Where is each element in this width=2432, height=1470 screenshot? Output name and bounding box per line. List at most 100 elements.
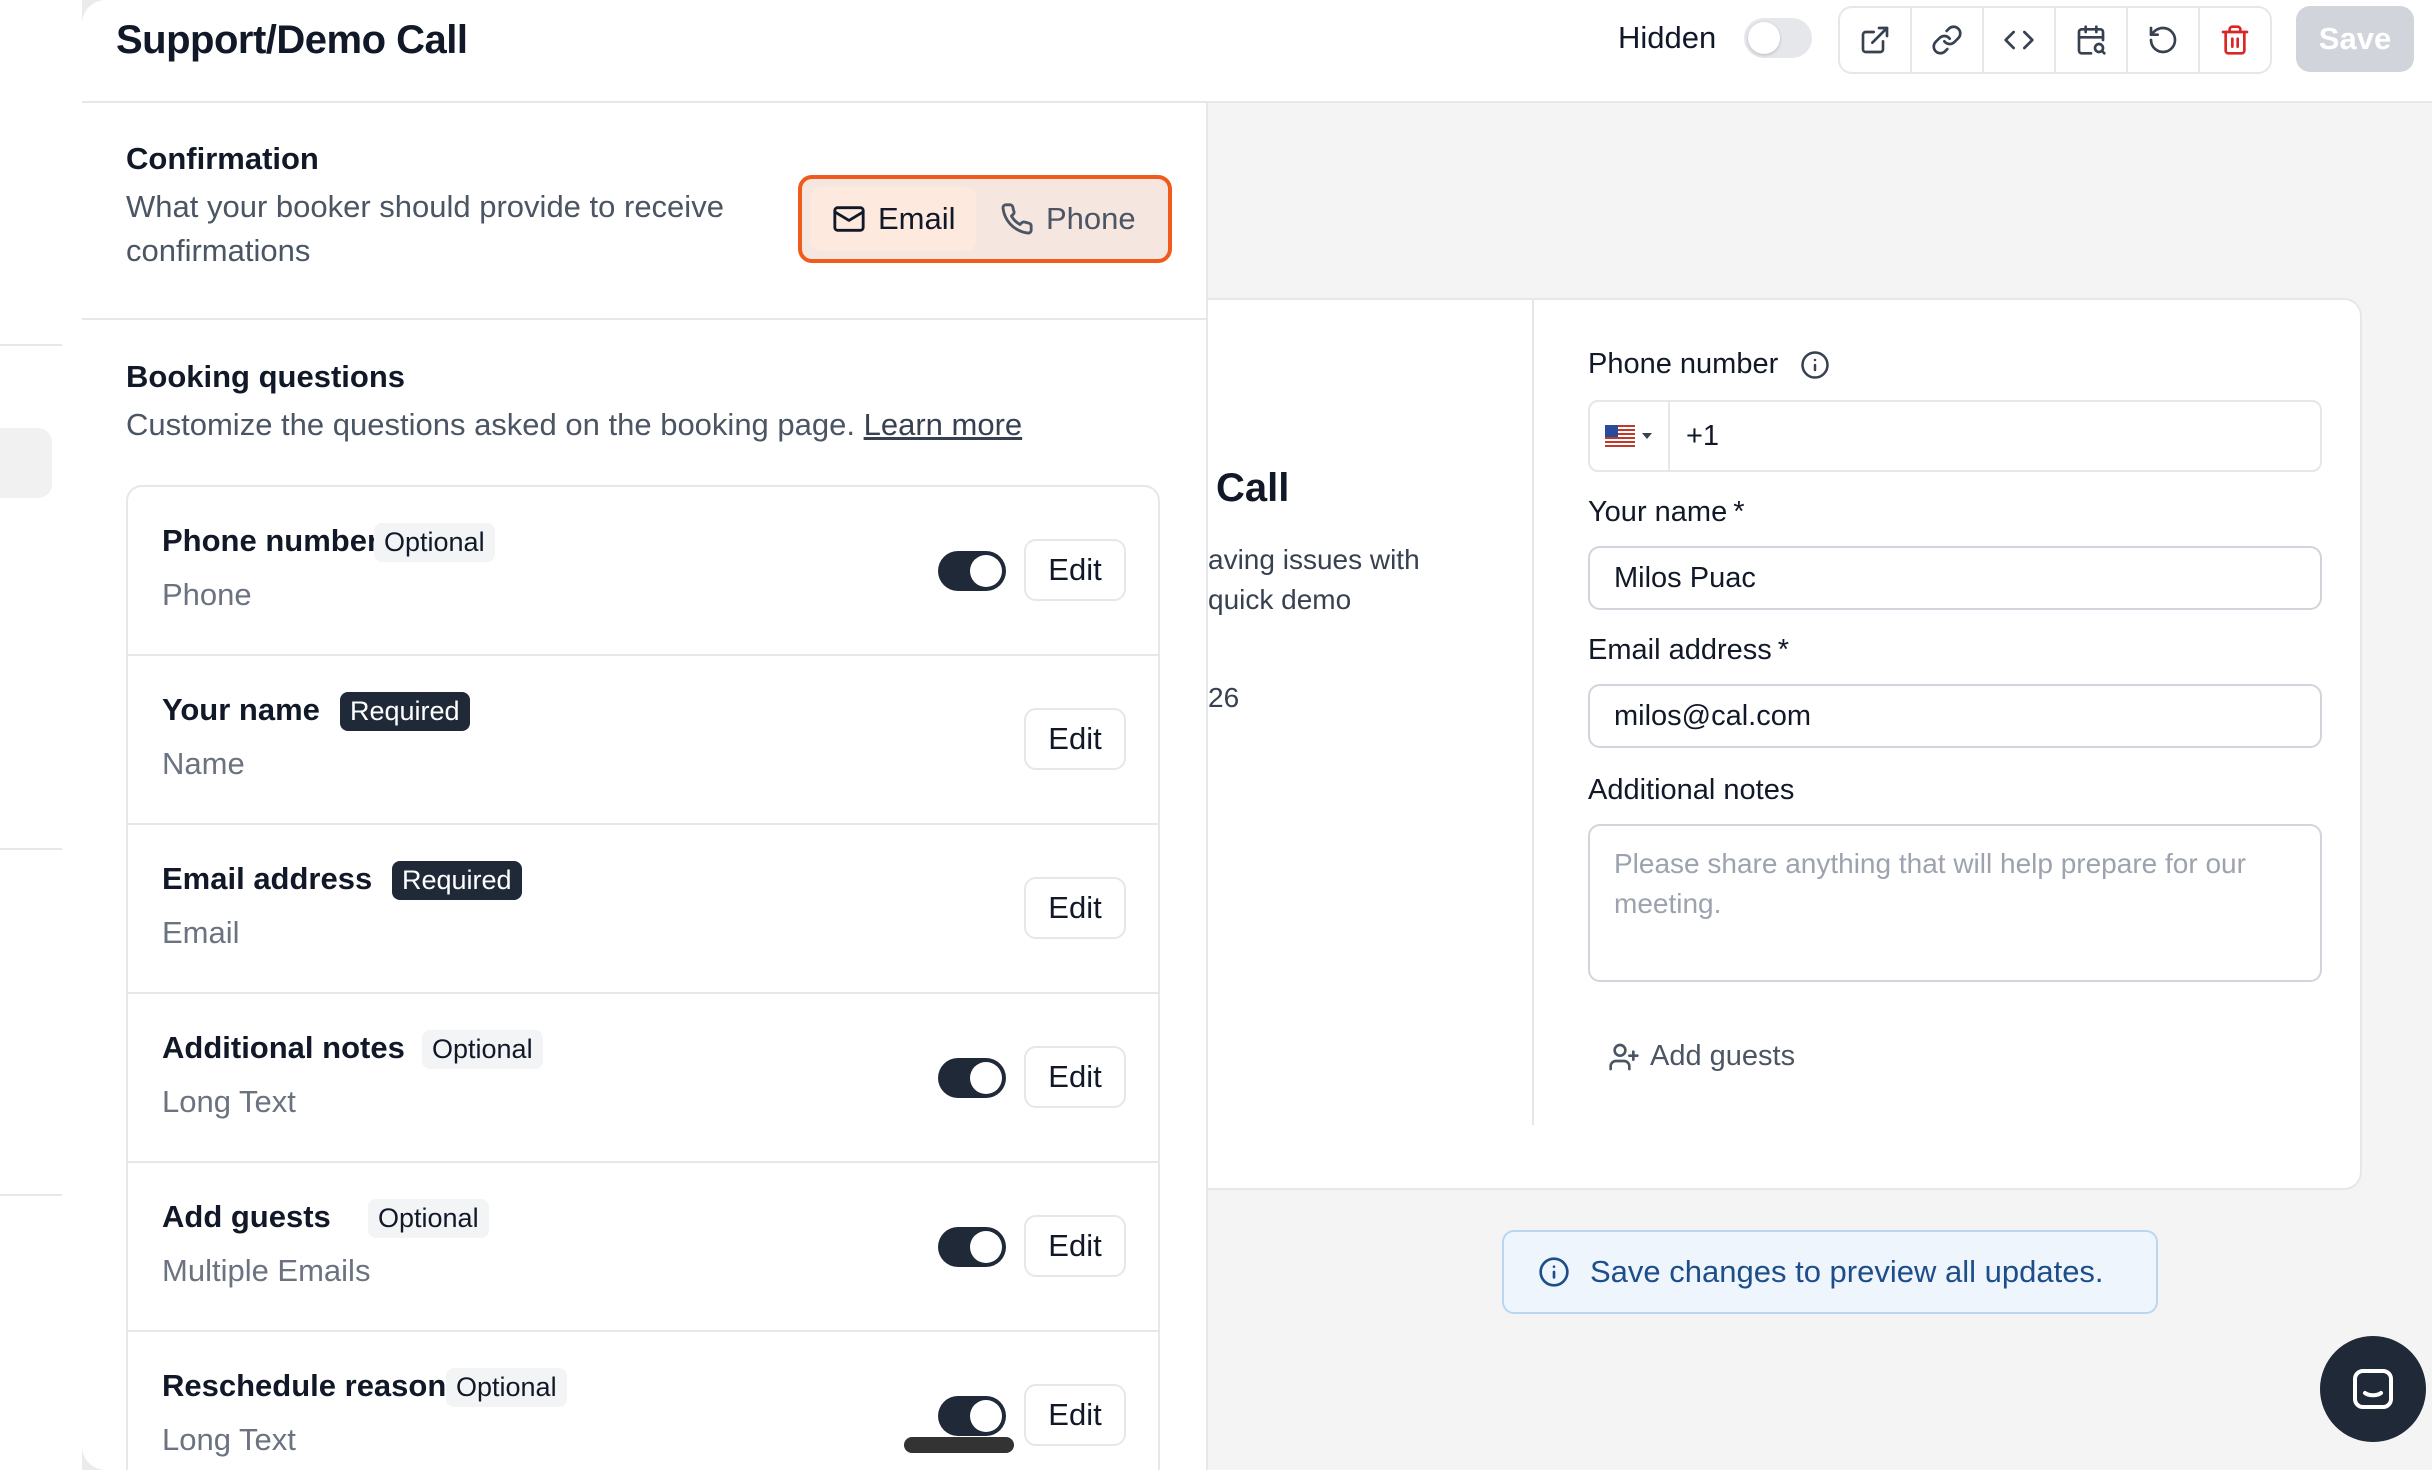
edit-button[interactable]: Edit [1024,1046,1126,1108]
question-row-email-address: Email address Required Email Edit [128,825,1158,994]
chat-support-button[interactable] [2320,1336,2426,1442]
edit-button[interactable]: Edit [1024,708,1126,770]
event-type-editor-panel: Support/Demo Call Hidden Save Confirmati… [82,0,2432,1470]
phone-number-input[interactable]: +1 [1588,400,2322,472]
email-address-label: Email address * [1588,634,1789,667]
question-type: Long Text [162,1084,296,1119]
question-toggle[interactable] [938,1227,1006,1267]
question-row-your-name: Your name Required Name Edit [128,656,1158,825]
advanced-settings-panel: Confirmation What your booker should pro… [82,103,1208,1470]
question-label: Add guests [162,1199,331,1234]
required-asterisk: * [1733,496,1745,528]
preview-notice: Save changes to preview all updates. [1502,1230,2158,1314]
phone-icon [1001,203,1033,235]
event-description-line1: aving issues with [1208,544,1420,575]
question-type: Phone [162,577,252,612]
page-title: Support/Demo Call [116,18,468,62]
question-type: Email [162,915,240,950]
booking-questions-list: Phone number Optional Phone Edit Your na… [126,485,1160,1470]
booking-questions-subtitle-text: Customize the questions asked on the boo… [126,407,855,442]
edit-button[interactable]: Edit [1024,539,1126,601]
phone-country-code: +1 [1686,420,1720,452]
us-flag-icon [1605,425,1635,447]
your-name-label-text: Your name [1588,496,1728,528]
reset-button[interactable] [2128,8,2200,72]
preview-divider [1532,300,1534,1125]
booking-questions-subtitle: Customize the questions asked on the boo… [126,403,1022,447]
country-selector[interactable] [1590,402,1670,470]
question-row-add-guests: Add guests Optional Multiple Emails Edit [128,1163,1158,1332]
external-link-icon [1861,26,1889,54]
edit-button[interactable]: Edit [1024,1384,1126,1446]
phone-number-label: Phone number [1588,348,1830,381]
sidebar-active-item [0,428,52,498]
confirmation-subtitle-line1: What your booker should provide to recei… [126,189,724,224]
edit-button[interactable]: Edit [1024,1215,1126,1277]
required-badge: Required [392,861,522,900]
link-icon [1932,25,1962,55]
question-label: Reschedule reason [162,1368,447,1403]
trash-icon [2221,25,2249,55]
question-row-phone-number: Phone number Optional Phone Edit [128,487,1158,656]
add-guests-label: Add guests [1650,1040,1796,1072]
question-type: Multiple Emails [162,1253,371,1288]
preview-button[interactable] [1840,8,1912,72]
booking-questions-title: Booking questions [126,359,405,394]
section-divider [82,318,1208,320]
question-label: Email address [162,861,373,896]
delete-button[interactable] [2200,8,2270,72]
calendar-search-button[interactable] [2056,8,2128,72]
event-title: Call [1216,466,1290,510]
additional-notes-label: Additional notes [1588,774,1795,806]
confirmation-email-option[interactable]: Email [810,187,976,251]
confirmation-method-toggle: Email Phone [798,175,1172,263]
your-name-label: Your name * [1588,496,1745,529]
confirmation-title: Confirmation [126,141,319,176]
chat-icon [2353,1369,2393,1409]
hidden-label: Hidden [1618,20,1717,55]
info-icon[interactable] [1800,350,1830,380]
code-icon [2004,30,2034,50]
your-name-input[interactable]: Milos Puac [1588,546,2322,610]
sidebar-divider [0,1194,62,1196]
optional-badge: Optional [368,1199,489,1238]
top-bar: Support/Demo Call Hidden Save [82,0,2432,103]
embed-button[interactable] [1984,8,2056,72]
add-guests-button[interactable]: Add guests [1608,1040,1795,1073]
copy-link-button[interactable] [1912,8,1984,72]
question-toggle[interactable] [938,551,1006,591]
question-label: Your name [162,692,320,727]
confirmation-phone-option[interactable]: Phone [986,187,1156,251]
optional-badge: Optional [374,523,495,562]
action-toolbar [1838,6,2272,74]
chevron-down-icon [1642,433,1652,439]
hidden-toggle[interactable] [1744,18,1812,58]
save-button[interactable]: Save [2296,6,2414,72]
event-description: aving issues with quick demo [1208,540,1420,620]
question-toggle[interactable] [938,1396,1006,1436]
question-type: Long Text [162,1422,296,1457]
mail-icon [833,206,865,232]
optional-badge: Optional [422,1030,543,1069]
event-date: 26 [1208,682,1240,713]
background-sidebar [0,0,82,1470]
preview-notice-text: Save changes to preview all updates. [1590,1254,2104,1289]
required-asterisk: * [1777,634,1790,666]
question-type: Name [162,746,245,781]
additional-notes-textarea[interactable]: Please share anything that will help pre… [1588,824,2322,982]
learn-more-link[interactable]: Learn more [864,407,1023,442]
confirmation-subtitle-line2: confirmations [126,233,311,268]
optional-badge: Optional [446,1368,567,1407]
sidebar-divider [0,344,62,346]
info-icon [1539,1257,1569,1287]
event-description-line2: quick demo [1208,584,1352,615]
calendar-search-icon [2077,25,2106,55]
user-plus-icon [1609,1043,1639,1070]
email-address-label-text: Email address [1588,634,1772,666]
email-address-input[interactable]: milos@cal.com [1588,684,2322,748]
phone-option-label: Phone [1046,201,1136,236]
question-toggle[interactable] [938,1058,1006,1098]
scrollbar-thumb[interactable] [904,1437,1014,1453]
sidebar-divider [0,848,62,850]
edit-button[interactable]: Edit [1024,877,1126,939]
